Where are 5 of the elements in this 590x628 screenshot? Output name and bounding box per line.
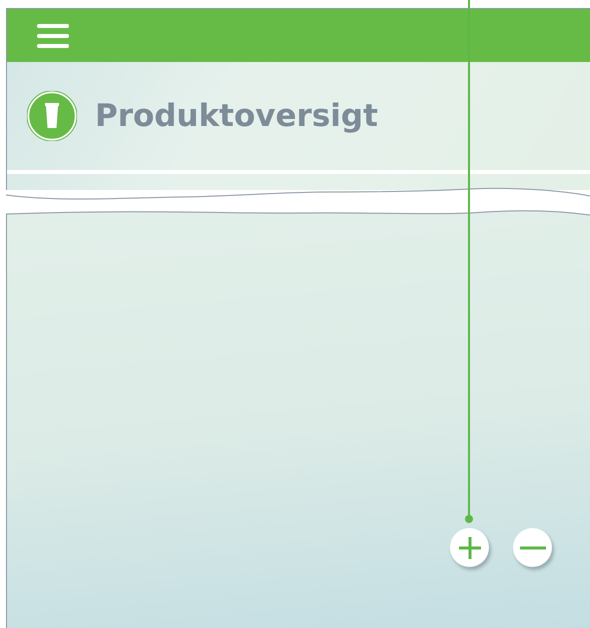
page-title: Produktoversigt	[95, 98, 378, 134]
zoom-in-icon[interactable]	[450, 528, 489, 567]
bin-icon	[27, 91, 77, 141]
zoom-out-icon[interactable]	[513, 528, 552, 567]
menu-icon[interactable]	[36, 22, 70, 48]
